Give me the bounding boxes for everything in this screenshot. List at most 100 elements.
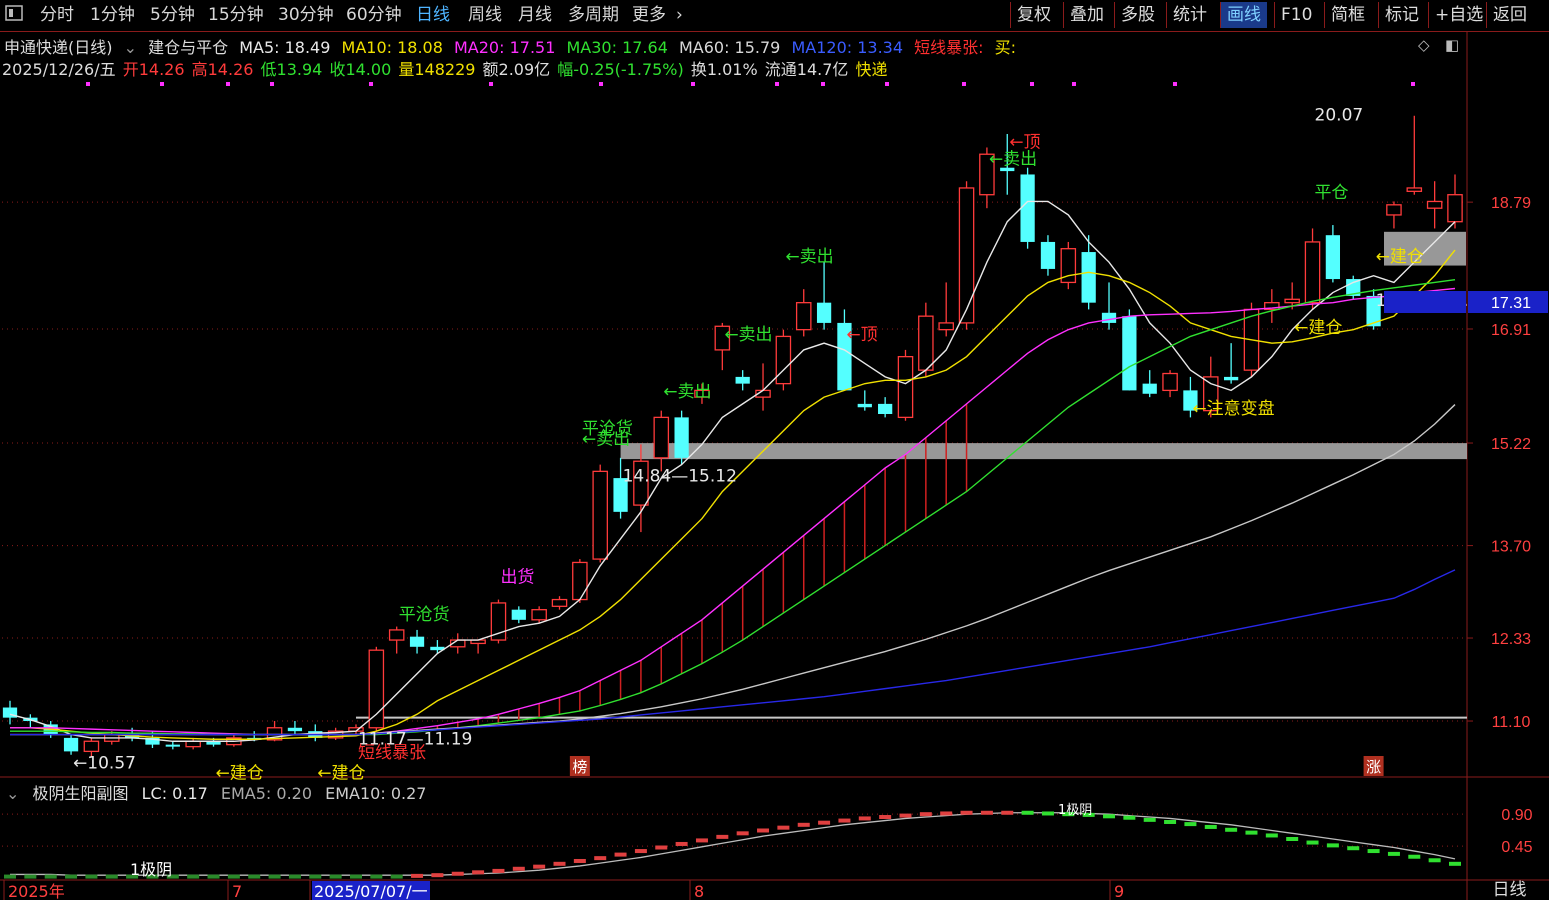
sub-bar bbox=[533, 864, 546, 869]
sub-bar bbox=[879, 815, 892, 820]
sub-y-tick: 0.90 bbox=[1501, 807, 1532, 824]
sub-bar bbox=[777, 825, 790, 830]
signal-dot bbox=[160, 82, 164, 86]
sub-bar bbox=[105, 874, 118, 879]
signal-dot bbox=[1411, 82, 1415, 86]
sub-bar bbox=[24, 874, 37, 879]
period-label[interactable]: 日线 bbox=[1470, 880, 1549, 900]
y-tick-label: 11.10 bbox=[1492, 714, 1531, 731]
sub-bar bbox=[1306, 840, 1319, 845]
signal-label: ←卖出 bbox=[582, 429, 630, 449]
signal-label: ←卖出 bbox=[663, 382, 711, 402]
candle-body bbox=[1406, 187, 1423, 192]
sub-bar bbox=[675, 841, 688, 846]
sub-bar bbox=[451, 871, 464, 876]
sub-bar bbox=[1286, 837, 1299, 841]
signal-label: ←卖出 bbox=[785, 247, 833, 267]
chevron-down-icon[interactable]: ⌄ bbox=[6, 784, 19, 803]
signal-label: ←顶 bbox=[1009, 132, 1040, 152]
signal-dot bbox=[270, 82, 274, 86]
sub-bar bbox=[553, 861, 566, 866]
signal-dot bbox=[691, 82, 695, 86]
sub-bar bbox=[1041, 811, 1054, 816]
sub-bar bbox=[1428, 858, 1441, 863]
y-tick-label: 16.91 bbox=[1491, 322, 1531, 339]
sub-bar bbox=[757, 828, 770, 833]
marker-label: 榜 bbox=[572, 758, 587, 776]
candle-body bbox=[918, 315, 934, 371]
signal-dot bbox=[1173, 82, 1177, 86]
candle-body bbox=[775, 335, 792, 385]
signal-dot bbox=[885, 82, 889, 86]
sub-bar bbox=[431, 873, 444, 878]
candle-body bbox=[1224, 376, 1239, 381]
candle-body bbox=[1162, 372, 1178, 392]
candle-body bbox=[185, 740, 201, 748]
y-tick-label: 13.70 bbox=[1491, 539, 1531, 556]
signal-label: ←建仓 bbox=[1294, 318, 1342, 338]
sub-bar bbox=[411, 873, 424, 878]
sub-bar bbox=[594, 856, 607, 861]
ma-line-ma10 bbox=[10, 249, 1456, 740]
candle-body bbox=[878, 403, 893, 415]
candle-body bbox=[653, 416, 670, 459]
candle-body bbox=[1386, 204, 1402, 216]
kline-chart[interactable]: 18.7916.9115.2213.7012.3311.10←10.5711.1… bbox=[0, 0, 1549, 900]
candle-body bbox=[1101, 312, 1117, 323]
sub-bar bbox=[899, 813, 912, 818]
sub-bar bbox=[1245, 830, 1258, 835]
sub-bar bbox=[329, 874, 342, 879]
signal-label: 短线暴张 bbox=[358, 743, 426, 763]
sub-bar bbox=[1143, 817, 1156, 822]
candle-body bbox=[592, 470, 608, 560]
sub-bar bbox=[492, 868, 505, 873]
sub-bar bbox=[390, 874, 403, 879]
candle-body bbox=[511, 609, 526, 620]
lc-value: LC: 0.17 bbox=[141, 784, 208, 803]
candle-body bbox=[1020, 174, 1035, 242]
signal-dot bbox=[1030, 82, 1034, 86]
candle-body bbox=[857, 403, 872, 408]
candle-body bbox=[735, 376, 750, 384]
candle-body bbox=[958, 187, 975, 324]
sub-label-high: 1极阴 bbox=[1058, 803, 1092, 818]
sub-bar bbox=[980, 810, 993, 815]
candle-body bbox=[1122, 316, 1137, 391]
signal-dot bbox=[86, 82, 90, 86]
signal-dot bbox=[962, 82, 966, 86]
candle-body bbox=[572, 561, 588, 601]
ma-line-ma20 bbox=[10, 287, 1456, 736]
sub-bar bbox=[1123, 815, 1136, 820]
sub-bar bbox=[207, 874, 220, 879]
y-tick-label: 12.33 bbox=[1491, 631, 1531, 648]
candle-body bbox=[1325, 235, 1341, 280]
candle-body bbox=[83, 740, 100, 753]
sub-bar bbox=[655, 845, 668, 850]
sub-bar bbox=[1347, 846, 1360, 851]
sub-bar bbox=[858, 816, 871, 821]
candle-body bbox=[551, 598, 568, 607]
x-tick-label: 2025年 bbox=[8, 882, 65, 900]
sub-bar bbox=[1449, 861, 1461, 866]
sub-bar bbox=[349, 874, 362, 879]
sub-bar bbox=[472, 870, 485, 875]
x-tick-label: 7 bbox=[232, 882, 242, 900]
candle-body bbox=[409, 636, 425, 647]
sub-bar bbox=[1001, 810, 1014, 815]
candle-body bbox=[1426, 200, 1443, 209]
sub-chart-title[interactable]: 极阴生阳副图 bbox=[33, 784, 129, 803]
signal-dot bbox=[1072, 82, 1076, 86]
marker-label: 涨 bbox=[1366, 758, 1381, 776]
sub-bar bbox=[1021, 810, 1034, 815]
candle-body bbox=[795, 302, 812, 331]
candle-body bbox=[165, 744, 180, 747]
sub-ema-line bbox=[10, 812, 1456, 876]
signal-label: ←注意变盘 bbox=[1192, 399, 1274, 419]
sub-bar bbox=[695, 838, 708, 843]
signal-label: 20.07 bbox=[1315, 105, 1364, 125]
x-tick-label: 2025/07/07/一 bbox=[314, 882, 428, 900]
sub-bar bbox=[309, 874, 322, 879]
y-tick-label: 18.79 bbox=[1491, 195, 1531, 212]
sub-bar bbox=[1204, 824, 1217, 829]
sub-bar bbox=[1103, 814, 1116, 819]
